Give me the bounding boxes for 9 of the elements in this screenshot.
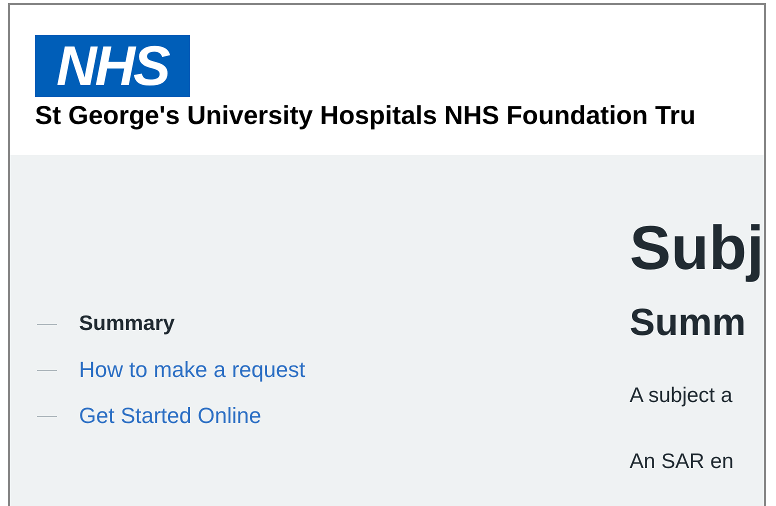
- current-nav-item[interactable]: Summary: [79, 312, 175, 336]
- nav-link[interactable]: How to make a request: [79, 357, 306, 383]
- paragraph: An SAR en: [630, 449, 735, 475]
- paragraph: A subject a: [630, 383, 734, 409]
- section-heading: Summ: [630, 301, 747, 345]
- page-title: Subj: [630, 213, 764, 285]
- nhs-logo[interactable]: NHS: [35, 35, 190, 97]
- nav-link[interactable]: Get Started Online: [79, 403, 262, 429]
- organisation-name: St George's University Hospitals NHS Foundation Tru: [35, 99, 696, 131]
